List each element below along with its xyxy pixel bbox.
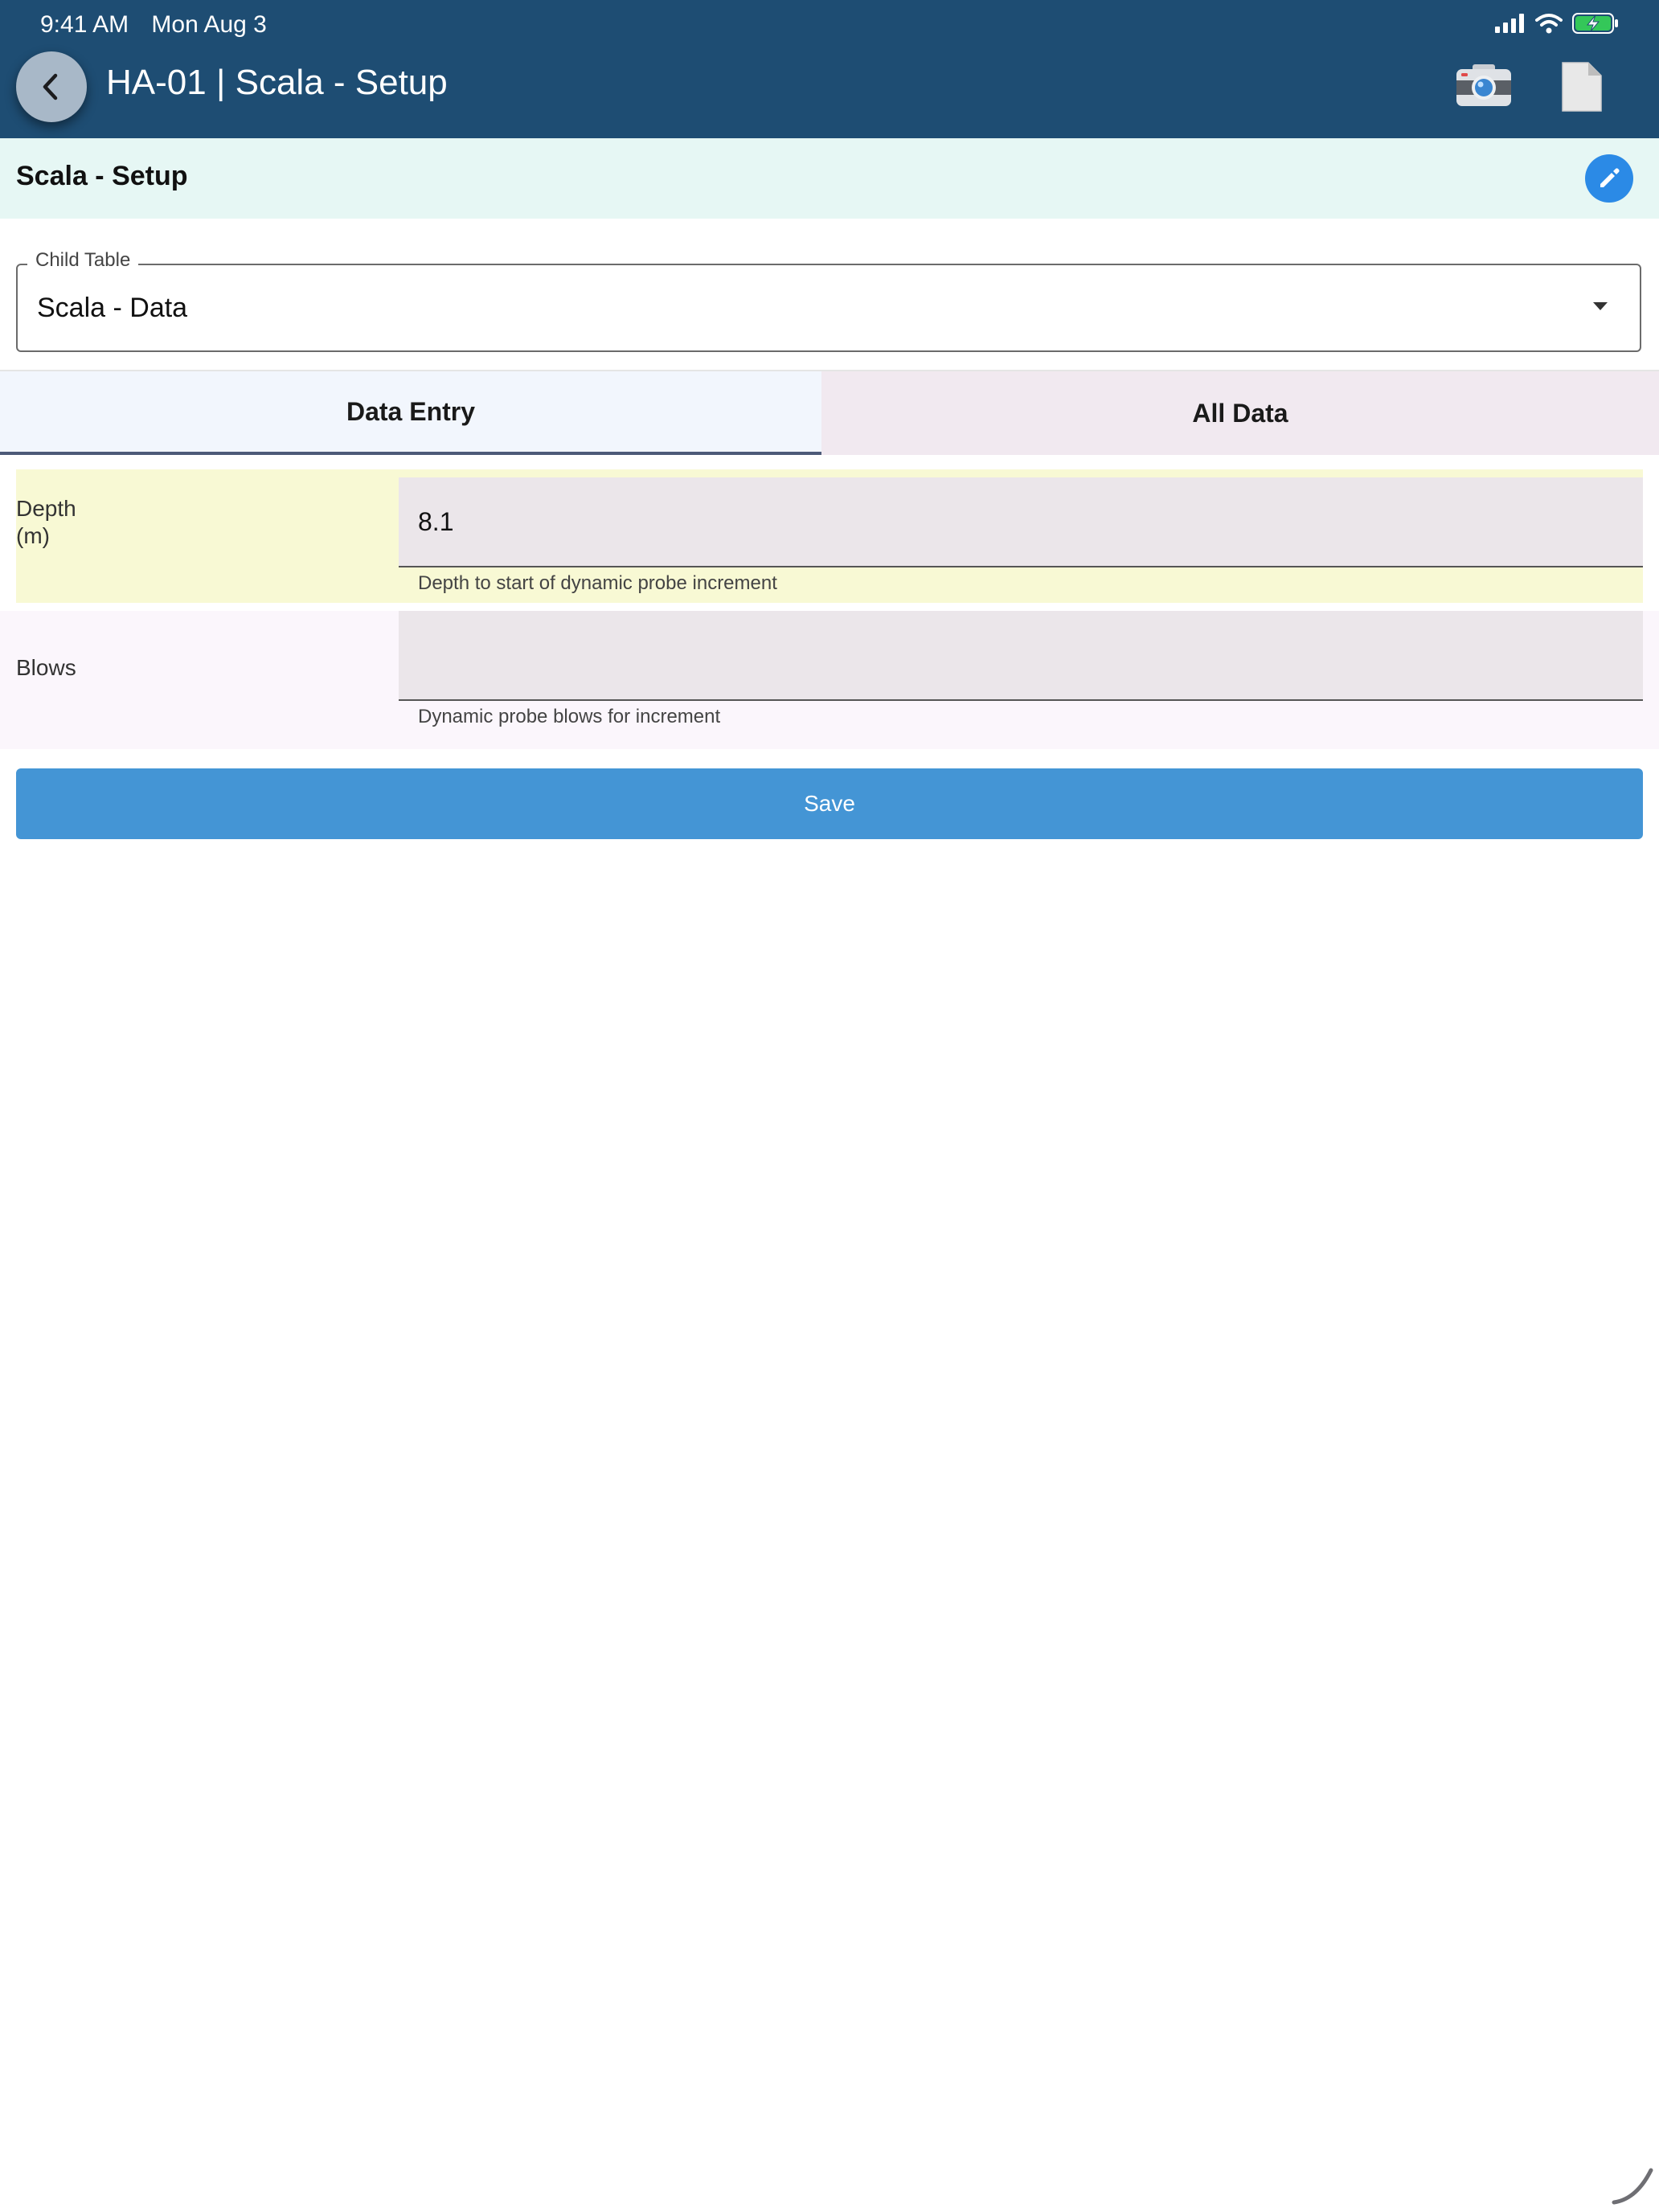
resize-corner-icon [1612,2168,1653,2205]
blows-row: Blows Dynamic probe blows for increment [0,611,1659,749]
pencil-icon [1600,168,1620,187]
camera-icon [1456,64,1511,106]
status-icons [1495,13,1619,34]
section-title: Scala - Setup [16,161,188,191]
app-screen: 9:41 AM Mon Aug 3 HA-01 | Scala - Setup … [0,0,1659,2212]
depth-help-text: Depth to start of dynamic probe incremen… [418,572,777,594]
edit-button[interactable] [1585,154,1633,203]
blows-label: Blows [16,655,76,680]
wifi-icon [1535,14,1563,34]
battery-charging-icon [1572,13,1618,34]
save-button[interactable]: Save [16,768,1643,839]
chevron-left-icon [43,73,58,100]
tab-bar: Data Entry All Data [0,370,1659,455]
status-time: 9:41 AM [40,11,129,38]
tab-data-entry[interactable]: Data Entry [0,371,821,455]
status-bar-clock: 9:41 AM Mon Aug 3 [40,11,283,39]
caret-down-icon [1593,302,1608,310]
document-button[interactable] [1559,61,1604,113]
depth-row: Depth (m) Depth to start of dynamic prob… [16,469,1643,603]
status-date: Mon Aug 3 [151,11,267,38]
child-table-value: Scala - Data [37,293,188,323]
depth-label-unit: (m) [16,523,50,548]
back-button[interactable] [16,51,87,122]
camera-button[interactable] [1455,63,1513,108]
tab-all-data[interactable]: All Data [821,371,1659,455]
cellular-signal-icon [1495,14,1524,33]
child-table-select[interactable]: Scala - Data [16,264,1641,352]
blows-help-text: Dynamic probe blows for increment [418,706,721,727]
depth-input[interactable] [399,477,1643,567]
section-header: Scala - Setup [0,138,1659,219]
depth-label-name: Depth [16,496,76,521]
blows-input[interactable] [399,611,1643,701]
depth-label: Depth (m) [16,495,76,550]
app-header: 9:41 AM Mon Aug 3 HA-01 | Scala - Setup [0,0,1659,138]
page-title: HA-01 | Scala - Setup [106,63,448,102]
child-table-label: Child Table [27,249,139,272]
document-icon [1562,62,1602,112]
